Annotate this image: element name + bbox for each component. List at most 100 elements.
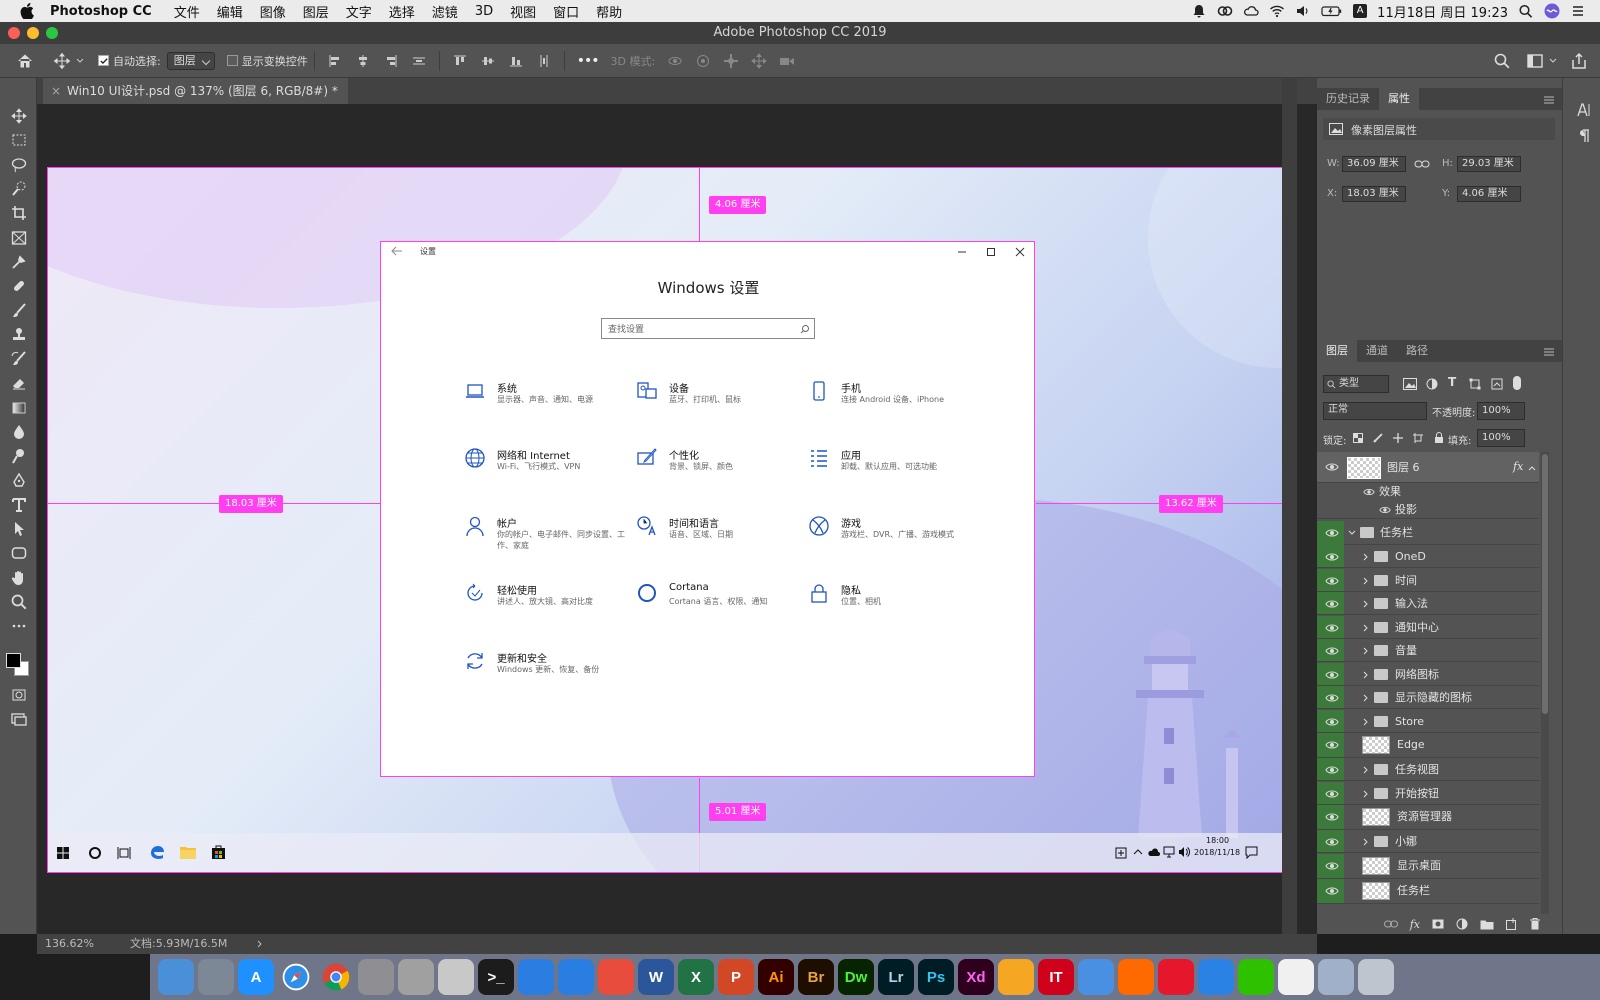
align-top-icon[interactable] (451, 52, 469, 70)
utility-icon[interactable] (398, 959, 434, 995)
menu-file[interactable]: 文件 (174, 2, 200, 21)
input-method-icon[interactable] (1115, 847, 1127, 859)
tab-layers[interactable]: 图层 (1317, 340, 1357, 362)
eye-icon[interactable] (1325, 861, 1339, 871)
eyedropper-tool[interactable] (0, 250, 37, 274)
screenshot-icon[interactable] (1318, 959, 1354, 995)
new-layer-icon[interactable] (1506, 918, 1518, 930)
eye-icon[interactable] (1325, 623, 1339, 633)
file-explorer-icon[interactable] (180, 845, 196, 859)
lock-position-icon[interactable] (1393, 433, 1403, 443)
chevron-down-icon[interactable] (1549, 58, 1557, 64)
photoshop-icon[interactable]: Ps (918, 959, 954, 995)
powerpoint-icon[interactable]: P (718, 959, 754, 995)
settings-item-devices[interactable]: 设备 蓝牙、打印机、鼠标 (636, 380, 796, 420)
close-tab-button[interactable]: × (51, 78, 61, 104)
search-icon[interactable] (1493, 52, 1511, 70)
chevron-right-icon[interactable] (1363, 577, 1369, 585)
eye-icon[interactable] (1325, 886, 1339, 896)
settings-item-accounts[interactable]: 帐户 你的帐户、电子邮件、同步设置、工作、家庭 (464, 515, 625, 555)
3d-orbit-icon[interactable] (666, 52, 684, 70)
preview-icon[interactable] (438, 959, 474, 995)
spotlight-search-icon[interactable] (1518, 4, 1534, 18)
menubar-datetime[interactable]: 11月18日 周日 19:23 (1377, 2, 1508, 21)
menu-help[interactable]: 帮助 (596, 2, 622, 21)
height-field[interactable]: 29.03 厘米 (1457, 156, 1521, 172)
menu-type[interactable]: 文字 (346, 2, 372, 21)
chevron-right-icon[interactable] (1363, 790, 1369, 798)
eye-icon[interactable] (1325, 528, 1339, 538)
weibo-icon[interactable] (1158, 959, 1194, 995)
eye-icon[interactable] (1325, 789, 1339, 799)
settings-item-ease-of-access[interactable]: 轻松使用 讲述人、放大镜、高对比度 (464, 582, 624, 622)
new-group-icon[interactable] (1480, 919, 1494, 930)
back-arrow-icon[interactable] (391, 246, 403, 256)
ithome-icon[interactable]: IT (1038, 959, 1074, 995)
3d-roll-icon[interactable] (694, 52, 712, 70)
settings-item-apps[interactable]: 应用 卸载、默认应用、可选功能 (808, 447, 968, 487)
eye-icon[interactable] (1325, 576, 1339, 586)
qq-icon[interactable] (1278, 959, 1314, 995)
task-view-icon[interactable] (117, 846, 131, 860)
crop-tool[interactable] (0, 201, 37, 225)
bell-icon[interactable] (1191, 4, 1207, 18)
windows-settings-window[interactable]: 设置 Windows 设置 查找设置 系统 显示器、声音、通知、电源 设备 蓝牙、打… (380, 241, 1035, 777)
layer-row[interactable]: Store (1317, 709, 1539, 733)
volume-icon[interactable] (1178, 846, 1190, 858)
layer-row[interactable]: 通知中心 (1317, 615, 1539, 640)
healing-brush-tool[interactable] (0, 274, 37, 298)
menu-image[interactable]: 图像 (260, 2, 286, 21)
eye-icon[interactable] (1325, 837, 1339, 847)
distribute-icon[interactable] (410, 52, 428, 70)
system-preferences-icon[interactable] (358, 959, 394, 995)
fill-field[interactable]: 100% (1477, 429, 1525, 447)
umbrella-icon[interactable] (1198, 959, 1234, 995)
settings-item-system[interactable]: 系统 显示器、声音、通知、电源 (464, 380, 624, 420)
launchpad-icon[interactable] (198, 959, 234, 995)
layer-name[interactable]: 任务栏 (1380, 521, 1413, 545)
distribute-vertical-icon[interactable] (535, 52, 553, 70)
chevron-right-icon[interactable] (1363, 600, 1369, 608)
chrome-icon[interactable] (318, 959, 354, 995)
layer-row[interactable]: Edge (1317, 733, 1539, 758)
layer-row[interactable]: 开始按钮 (1317, 781, 1539, 806)
layer-row[interactable]: 音量 (1317, 639, 1539, 662)
hand-tool[interactable] (0, 566, 37, 590)
adjustment-layer-icon[interactable] (1456, 918, 1468, 930)
tab-properties[interactable]: 属性 (1379, 88, 1419, 110)
chevron-right-icon[interactable] (1363, 694, 1369, 702)
chevron-right-icon[interactable] (1363, 718, 1369, 726)
eye-icon[interactable] (1363, 487, 1375, 497)
cortana-icon[interactable] (88, 846, 102, 860)
eye-icon[interactable] (1325, 765, 1339, 775)
chevron-up-icon[interactable] (1528, 465, 1536, 471)
dreamweaver-icon[interactable]: Dw (838, 959, 874, 995)
chevron-right-icon[interactable] (1363, 671, 1369, 679)
layer-name[interactable]: 音量 (1395, 639, 1417, 663)
creative-cloud-icon[interactable] (1217, 4, 1233, 18)
brush-tool[interactable] (0, 298, 37, 322)
pen-tool[interactable] (0, 468, 37, 492)
cloud-icon[interactable] (1118, 959, 1154, 995)
lock-transparent-icon[interactable] (1353, 433, 1363, 443)
lock-artboard-icon[interactable] (1413, 433, 1423, 443)
3d-pan-icon[interactable] (722, 52, 740, 70)
align-middle-icon[interactable] (479, 52, 497, 70)
layer-row[interactable]: 时间 (1317, 568, 1539, 592)
wechat-icon[interactable] (1238, 959, 1274, 995)
canvas-area[interactable]: 4.06 厘米 18.03 厘米 13.62 厘米 5.01 厘米 设置 Win… (37, 104, 1317, 934)
layer-name[interactable]: 任务栏 (1397, 879, 1430, 903)
more-options-button[interactable]: ••• (577, 53, 600, 69)
dodge-tool[interactable] (0, 444, 37, 468)
network-icon[interactable] (1163, 846, 1175, 858)
workspace-icon[interactable] (1526, 52, 1544, 70)
chevron-right-icon[interactable] (257, 940, 263, 948)
layer-name[interactable]: 开始按钮 (1395, 782, 1439, 806)
settings-item-time-language[interactable]: 时间和语言 语音、区域、日期 (636, 515, 796, 555)
volume-icon[interactable] (1295, 4, 1311, 18)
action-center-icon[interactable] (1245, 846, 1258, 859)
layer-effects-row[interactable]: 效果 (1317, 483, 1539, 501)
layer-name[interactable]: 通知中心 (1395, 616, 1439, 640)
layer-name[interactable]: 显示桌面 (1397, 854, 1441, 878)
layer-name[interactable]: OneD (1395, 545, 1426, 569)
